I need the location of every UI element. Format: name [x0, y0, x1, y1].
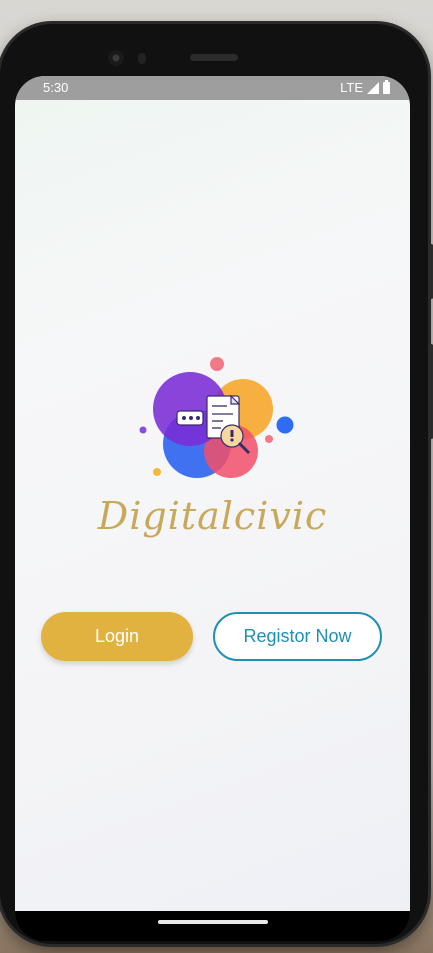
navigation-bar: [15, 911, 410, 941]
battery-icon: [383, 79, 390, 94]
status-time: 5:30: [43, 80, 69, 95]
network-label: LTE: [340, 80, 363, 95]
volume-button: [428, 244, 433, 299]
app-logo: [139, 357, 294, 478]
front-camera: [108, 50, 124, 66]
status-indicators: LTE: [340, 79, 390, 95]
power-button: [428, 344, 433, 439]
proximity-sensor: [138, 53, 146, 64]
status-bar: 5:30 LTE: [15, 76, 410, 100]
earpiece-speaker: [190, 54, 238, 61]
signal-icon: [367, 81, 379, 94]
brand-wordmark: Digitalcivic: [97, 494, 328, 538]
register-now-button[interactable]: Registor Now: [213, 612, 382, 661]
home-indicator[interactable]: [158, 920, 268, 924]
phone-frame: 5:30 LTE Digitalcivic Login Registor Now: [0, 24, 433, 944]
app-screen: 5:30 LTE Digitalcivic Login Registor Now: [15, 76, 410, 911]
login-button[interactable]: Login: [41, 612, 193, 661]
